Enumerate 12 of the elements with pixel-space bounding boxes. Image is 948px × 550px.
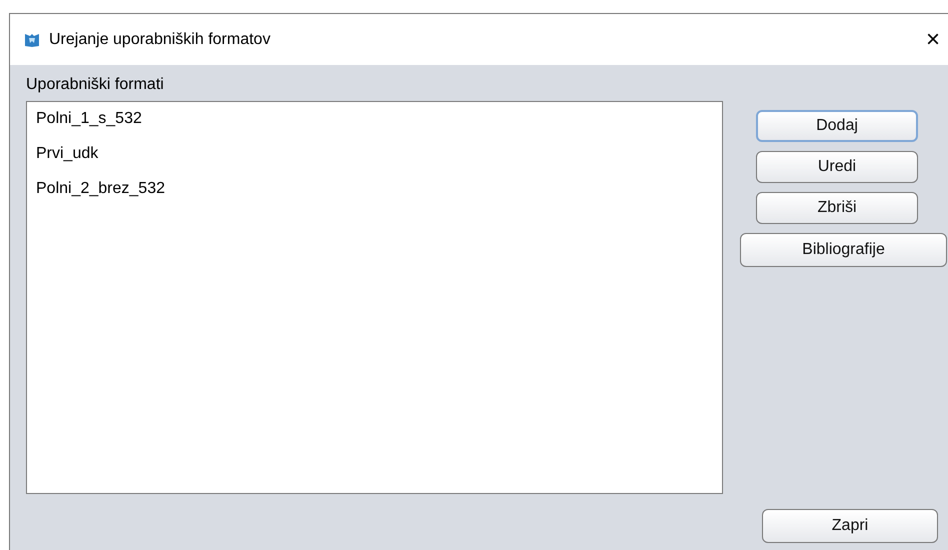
action-button[interactable]: Zbriši <box>756 192 918 224</box>
window-title: Urejanje uporabniških formatov <box>49 30 272 48</box>
bibliographies-button[interactable]: Bibliografije <box>740 233 947 267</box>
list-item[interactable]: Polni_1_s_532 <box>36 110 722 128</box>
add-button[interactable]: Dodaj <box>756 110 918 142</box>
list-item[interactable]: Polni_2_brez_532 <box>36 180 722 198</box>
action-button[interactable]: Uredi <box>756 151 918 183</box>
close-dialog-button[interactable]: Zapri <box>762 509 938 543</box>
list-label: Uporabniški formati <box>26 76 165 94</box>
app-icon <box>24 32 40 48</box>
list-item[interactable]: Prvi_udk <box>36 145 722 163</box>
close-button[interactable]: × <box>926 28 940 52</box>
